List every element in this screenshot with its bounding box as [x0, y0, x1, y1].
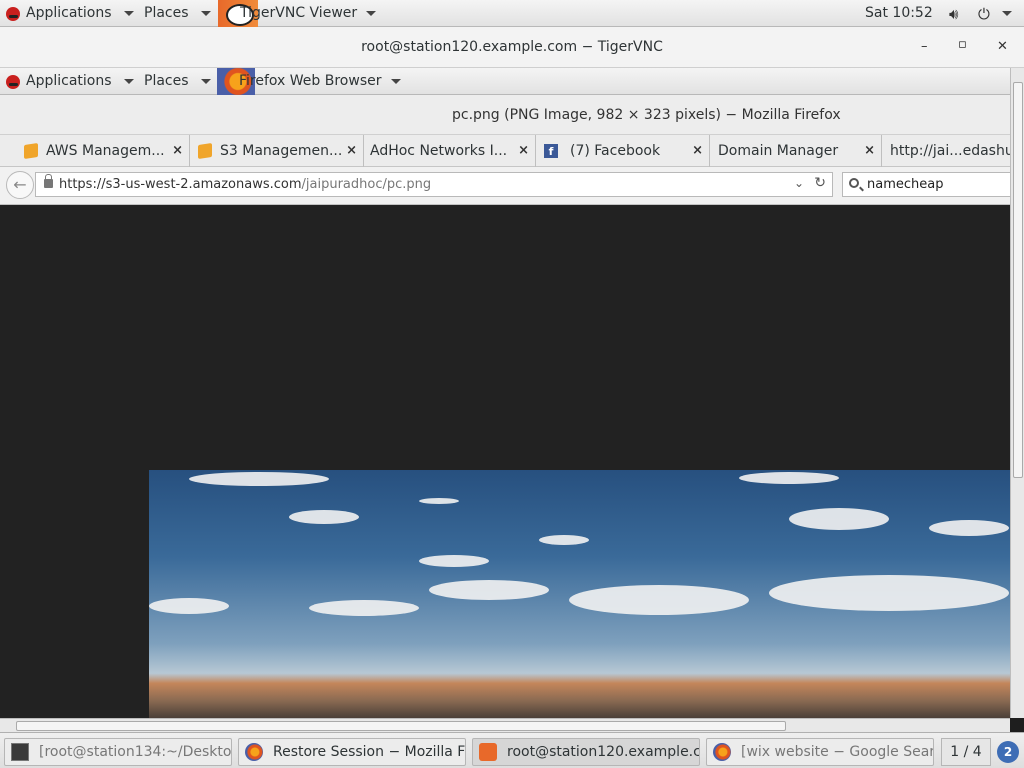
places-menu[interactable]: Places: [144, 0, 211, 27]
reload-icon[interactable]: ↻: [814, 175, 826, 191]
tab-label: (7) Facebook: [570, 143, 661, 159]
remote-applications-menu[interactable]: Applications: [6, 68, 134, 95]
url-bar[interactable]: https://s3-us-west-2.amazonaws.com/jaipu…: [35, 172, 833, 197]
aws-cube-icon: [24, 143, 38, 159]
taskbar-item-wix-search[interactable]: [wix website − Google Searc...: [706, 738, 934, 766]
app-menu-label: TigerVNC Viewer: [240, 5, 358, 21]
search-input-value: namecheap: [867, 177, 944, 192]
remote-places-menu[interactable]: Places: [144, 68, 211, 95]
redhat-icon: [6, 74, 20, 89]
tab-aws-management[interactable]: AWS Managem... ×: [16, 135, 190, 167]
tab-label: AdHoc Networks I...: [370, 143, 508, 159]
tab-s3-management[interactable]: S3 Managemen... ×: [190, 135, 364, 167]
facebook-icon: f: [544, 144, 558, 158]
vertical-scrollbar[interactable]: [1010, 68, 1024, 718]
firefox-titlebar[interactable]: pc.png (PNG Image, 982 × 323 pixels) − M…: [0, 95, 1010, 135]
applications-label: Applications: [26, 73, 112, 89]
horizontal-scrollbar[interactable]: [0, 718, 1010, 732]
power-icon[interactable]: ⏻: [978, 5, 990, 23]
taskbar-label: [wix website − Google Searc...: [741, 744, 934, 760]
tab-domain-manager[interactable]: Domain Manager ×: [710, 135, 882, 167]
vnc-window-title: root@station120.example.com − TigerVNC: [361, 39, 663, 55]
bottom-taskbar: [root@station134:~/Desktop] Restore Sess…: [0, 732, 1024, 768]
lock-icon: [44, 174, 53, 188]
close-button[interactable]: ✕: [997, 39, 1008, 54]
chevron-down-icon: [366, 11, 377, 16]
places-label: Places: [144, 73, 189, 89]
tigervnc-icon: [479, 743, 497, 761]
page-content: [0, 205, 1010, 718]
vnc-window-titlebar[interactable]: root@station120.example.com − TigerVNC –…: [0, 27, 1024, 68]
chevron-down-icon: [123, 11, 134, 16]
chevron-down-icon: [123, 79, 134, 84]
url-host: https://s3-us-west-2.amazonaws.com: [59, 177, 302, 192]
search-bar[interactable]: namecheap: [842, 172, 1014, 197]
notification-badge[interactable]: 2: [997, 741, 1019, 763]
url-text: https://s3-us-west-2.amazonaws.com/jaipu…: [59, 177, 431, 192]
url-path: /jaipuradhoc/pc.png: [301, 177, 432, 192]
tab-label: http://jai...edashu.: [890, 143, 1010, 159]
url-history-dropdown-icon[interactable]: ⌄: [794, 176, 804, 190]
tab-adhoc-networks[interactable]: AdHoc Networks I... ×: [364, 135, 536, 167]
tab-label: AWS Managem...: [46, 143, 165, 159]
minimize-button[interactable]: –: [921, 39, 928, 54]
displayed-image[interactable]: [149, 470, 1010, 718]
firefox-icon: [245, 743, 263, 761]
vertical-scroll-thumb[interactable]: [1013, 82, 1023, 478]
taskbar-label: root@station120.example.c...: [507, 744, 700, 760]
clock[interactable]: Sat 10:52: [865, 0, 933, 27]
clock-label: Sat 10:52: [865, 5, 933, 21]
tab-label: Domain Manager: [718, 143, 839, 159]
tab-facebook[interactable]: f (7) Facebook ×: [536, 135, 710, 167]
taskbar-label: Restore Session − Mozilla Fir...: [273, 744, 466, 760]
taskbar-item-tigervnc[interactable]: root@station120.example.c...: [472, 738, 700, 766]
search-icon: [849, 178, 859, 188]
app-menu-label: Firefox Web Browser: [239, 73, 382, 89]
navigation-toolbar: ← https://s3-us-west-2.amazonaws.com/jai…: [0, 167, 1014, 205]
redhat-icon: [6, 6, 20, 21]
remote-app-menu-firefox[interactable]: Firefox Web Browser: [217, 68, 401, 95]
tab-label: S3 Managemen...: [220, 143, 343, 159]
horizontal-scroll-thumb[interactable]: [16, 721, 786, 731]
applications-label: Applications: [26, 5, 112, 21]
chevron-down-icon: [200, 79, 211, 84]
taskbar-item-terminal[interactable]: [root@station134:~/Desktop]: [4, 738, 232, 766]
tab-close-icon[interactable]: ×: [346, 143, 357, 158]
maximize-button[interactable]: ▫: [958, 37, 967, 52]
volume-icon[interactable]: 🔊︎: [949, 5, 958, 23]
terminal-icon: [11, 743, 29, 761]
tab-close-icon[interactable]: ×: [172, 143, 183, 158]
firefox-window-title: pc.png (PNG Image, 982 × 323 pixels) − M…: [452, 107, 841, 123]
back-button[interactable]: ←: [6, 171, 34, 199]
chevron-down-icon[interactable]: [1002, 11, 1012, 16]
tab-close-icon[interactable]: ×: [864, 143, 875, 158]
aws-cube-icon: [198, 143, 212, 159]
chevron-down-icon: [390, 79, 401, 84]
app-menu-tigervnc[interactable]: TigerVNC Viewer: [218, 0, 377, 27]
taskbar-item-restore-session[interactable]: Restore Session − Mozilla Fir...: [238, 738, 466, 766]
tab-jaipuradhoc[interactable]: http://jai...edashu.: [882, 135, 1010, 167]
tab-close-icon[interactable]: ×: [518, 143, 529, 158]
remote-top-bar: Applications Places Firefox Web Browser: [0, 68, 1010, 95]
chevron-down-icon: [200, 11, 211, 16]
firefox-icon: [713, 743, 731, 761]
workspace-switcher[interactable]: 1 / 4: [941, 738, 991, 766]
outer-top-bar: Applications Places TigerVNC Viewer Sat …: [0, 0, 1024, 27]
places-label: Places: [144, 5, 189, 21]
tab-close-icon[interactable]: ×: [692, 143, 703, 158]
taskbar-label: [root@station134:~/Desktop]: [39, 744, 232, 760]
tab-strip: AWS Managem... × S3 Managemen... × AdHoc…: [0, 135, 1010, 167]
applications-menu[interactable]: Applications: [6, 0, 134, 27]
